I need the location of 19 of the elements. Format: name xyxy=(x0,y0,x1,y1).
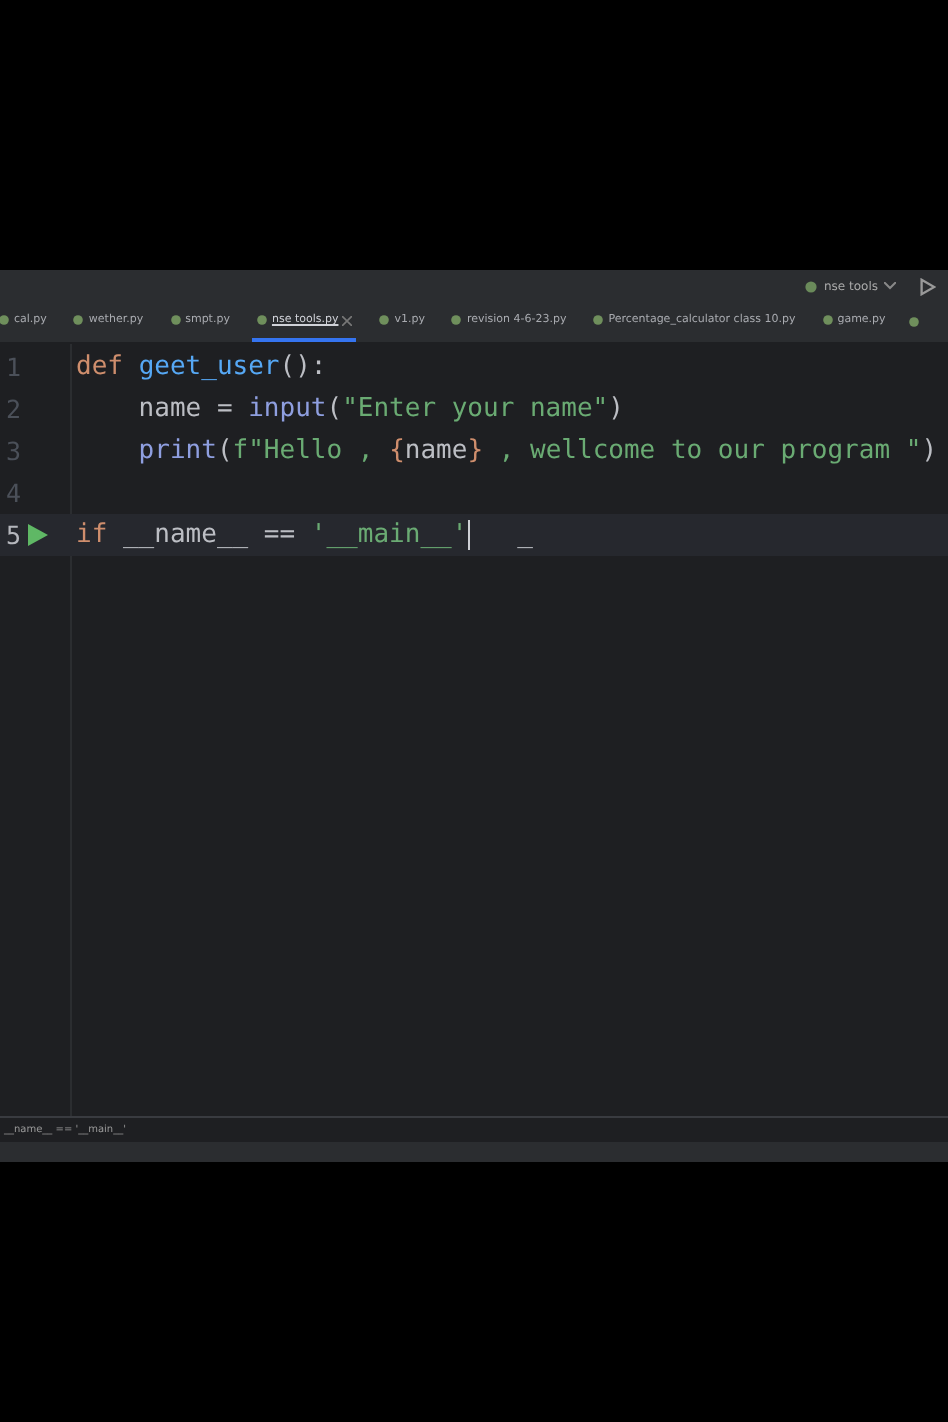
python-file-icon xyxy=(169,314,182,326)
run-icon[interactable] xyxy=(28,524,48,546)
close-icon[interactable] xyxy=(342,315,353,325)
code-line: print(f"Hello , {name} , wellcome to our program ") xyxy=(136,436,938,466)
python-file-icon xyxy=(592,314,605,326)
run-icon[interactable] xyxy=(918,277,936,295)
python-file-icon xyxy=(803,279,818,293)
line-number: 5 xyxy=(4,520,24,550)
python-file-icon xyxy=(378,314,391,326)
code-line: if __name__ == '__main__' _ xyxy=(76,519,533,551)
code-line: name = input("Enter your name") xyxy=(136,394,624,424)
python-file-icon xyxy=(72,314,85,326)
code-line: def geet_user(): xyxy=(76,352,327,382)
python-file-icon xyxy=(450,314,463,326)
python-file-icon xyxy=(0,314,10,326)
python-file-icon xyxy=(907,316,920,328)
python-file-icon xyxy=(255,314,268,326)
python-file-icon xyxy=(821,314,834,326)
caret-icon xyxy=(884,282,896,290)
